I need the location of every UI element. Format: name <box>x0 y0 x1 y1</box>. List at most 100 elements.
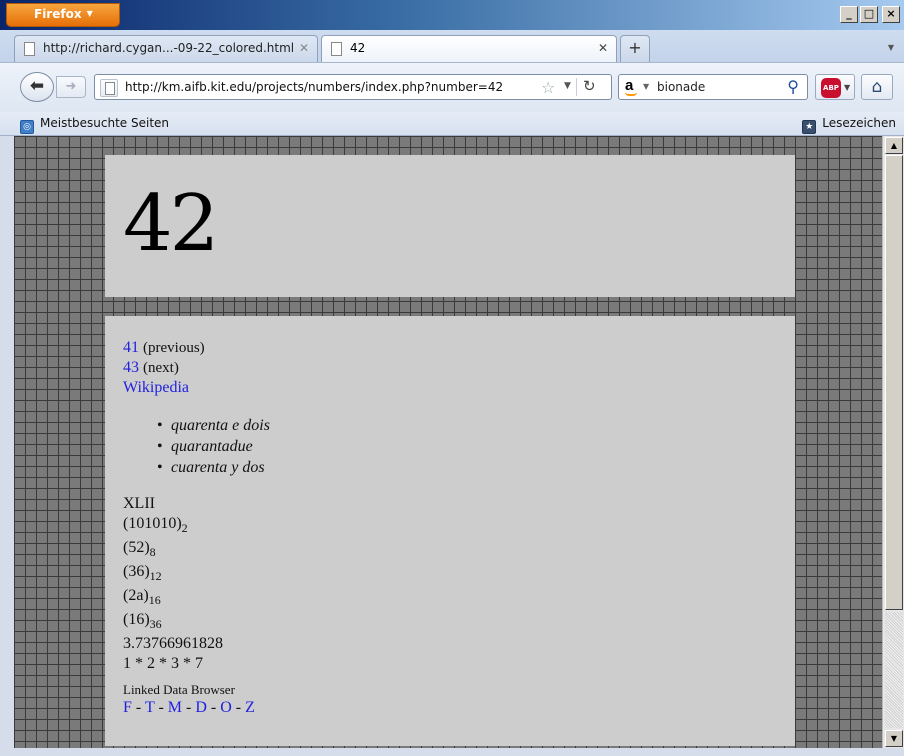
back-forward-group: ➜ ⬅ <box>20 72 86 102</box>
tab-title: http://richard.cygan...-09-22_colored.ht… <box>43 41 295 55</box>
base-subscript: 12 <box>149 569 162 583</box>
most-visited-icon: ◎ <box>20 120 34 134</box>
close-tab-icon[interactable]: ✕ <box>598 41 608 55</box>
bookmarks-menu-button[interactable]: ★ Lesezeichen <box>802 116 896 134</box>
ldb-link-t[interactable]: T <box>145 699 154 716</box>
next-row: 43 (next) <box>123 358 795 378</box>
wikipedia-row: Wikipedia <box>123 378 795 398</box>
base-row: (101010)2 <box>123 514 795 538</box>
factorization: 1 * 2 * 3 * 7 <box>123 655 203 672</box>
ldb-link-z[interactable]: Z <box>245 699 255 716</box>
translation-list: quarenta e dois quarantadue cuarenta y d… <box>157 415 795 478</box>
forward-arrow-icon: ➜ <box>65 79 77 94</box>
minimize-button[interactable]: _ <box>840 6 858 23</box>
ldb-link-o[interactable]: O <box>220 699 232 716</box>
close-window-button[interactable]: × <box>882 6 900 23</box>
tab-strip: http://richard.cygan...-09-22_colored.ht… <box>0 30 904 62</box>
tab-list-chevron-icon[interactable]: ▼ <box>888 43 894 52</box>
scroll-down-arrow-icon: ▼ <box>890 734 898 743</box>
chevron-down-icon: ▼ <box>86 9 93 18</box>
tab-42[interactable]: 42 ✕ <box>321 35 617 62</box>
bookmarks-star-icon: ★ <box>802 120 817 134</box>
bookmark-label: Meistbesuchte Seiten <box>40 116 170 130</box>
bookmark-most-visited[interactable]: ◎ Meistbesuchte Seiten <box>20 116 169 134</box>
base-subscript: 16 <box>148 593 161 607</box>
base-subscript: 2 <box>181 521 188 535</box>
maximize-button[interactable]: □ <box>860 6 878 23</box>
ldb-link-d[interactable]: D <box>195 699 207 716</box>
ldb-link-m[interactable]: M <box>168 699 182 716</box>
firefox-menu-label: Firefox <box>34 7 82 21</box>
list-item: quarenta e dois <box>157 415 795 436</box>
page-icon <box>24 42 35 56</box>
vertical-scrollbar[interactable]: ▲ ▼ <box>882 136 904 748</box>
chevron-down-icon[interactable]: ▼ <box>844 83 850 92</box>
bookmarks-toolbar: ◎ Meistbesuchte Seiten ★ Lesezeichen <box>0 112 904 136</box>
forward-button[interactable]: ➜ <box>56 76 86 98</box>
ldb-link-f[interactable]: F <box>123 699 132 716</box>
base-value: (101010) <box>123 515 182 532</box>
adblock-button[interactable]: ABP ▼ <box>815 74 855 100</box>
base-row: (52)8 <box>123 538 795 562</box>
base-value: (2a) <box>123 587 149 604</box>
number-header-card: 42 <box>105 155 795 297</box>
roman-numeral: XLII <box>123 495 155 512</box>
bookmarks-menu-label: Lesezeichen <box>822 116 896 130</box>
url-text[interactable]: http://km.aifb.kit.edu/projects/numbers/… <box>125 80 503 94</box>
scrollbar-thumb[interactable] <box>885 155 903 610</box>
base-value: (16) <box>123 611 150 628</box>
firefox-menu-button[interactable]: Firefox ▼ <box>6 3 120 27</box>
prev-row: 41 (previous) <box>123 338 795 358</box>
site-identity-icon[interactable] <box>100 79 118 97</box>
linked-data-links: F - T - M - D - O - Z <box>123 699 255 716</box>
window-controls: _ □ × <box>840 6 900 23</box>
home-icon: ⌂ <box>871 77 883 97</box>
adblock-plus-icon: ABP <box>821 78 841 98</box>
page-title: 42 <box>123 179 219 269</box>
magnifier-icon[interactable]: ⚲ <box>787 77 799 96</box>
url-separator <box>576 78 577 96</box>
scroll-up-button[interactable]: ▲ <box>885 137 903 154</box>
close-tab-icon[interactable]: ✕ <box>299 41 309 55</box>
window-frame-left <box>0 136 14 756</box>
prev-label: (previous) <box>143 340 205 356</box>
sqrt-value: 3.73766961828 <box>123 635 223 652</box>
wikipedia-link[interactable]: Wikipedia <box>123 379 189 396</box>
scroll-up-arrow-icon: ▲ <box>890 141 898 150</box>
page-content: 42 41 (previous) 43 (next) Wikipedia qua… <box>14 136 882 748</box>
page-icon <box>331 42 342 56</box>
next-number-link[interactable]: 43 <box>123 359 139 376</box>
list-item: quarantadue <box>157 436 795 457</box>
reload-icon[interactable]: ↻ <box>583 77 596 95</box>
back-button[interactable]: ⬅ <box>20 72 54 102</box>
number-info-card: 41 (previous) 43 (next) Wikipedia quaren… <box>105 316 795 746</box>
next-label: (next) <box>143 360 179 376</box>
base-row: (36)12 <box>123 562 795 586</box>
tab-title: 42 <box>350 41 366 55</box>
title-bar: Firefox ▼ _ □ × <box>0 0 904 30</box>
base-row: (2a)16 <box>123 586 795 610</box>
base-subscript: 36 <box>149 617 162 631</box>
new-tab-button[interactable]: + <box>620 35 650 62</box>
base-value: (52) <box>123 539 150 556</box>
star-icon[interactable]: ☆ <box>541 78 555 97</box>
search-input[interactable]: bionade <box>657 80 705 94</box>
navigation-bar: ➜ ⬅ http://km.aifb.kit.edu/projects/numb… <box>0 62 904 112</box>
window-frame-bottom <box>0 748 904 756</box>
search-bar[interactable]: a ▼ bionade ⚲ <box>618 74 808 100</box>
list-item: cuarenta y dos <box>157 457 795 478</box>
home-button[interactable]: ⌂ <box>861 74 893 100</box>
chevron-down-icon[interactable]: ▼ <box>643 82 649 91</box>
back-arrow-icon: ⬅ <box>29 76 45 96</box>
tab-richard[interactable]: http://richard.cygan...-09-22_colored.ht… <box>14 35 318 62</box>
linked-data-browser-label: Linked Data Browser <box>123 682 235 697</box>
base-value: (36) <box>123 563 150 580</box>
scrollbar-track[interactable] <box>885 612 903 728</box>
url-bar[interactable]: http://km.aifb.kit.edu/projects/numbers/… <box>94 74 612 100</box>
prev-number-link[interactable]: 41 <box>123 339 139 356</box>
scroll-down-button[interactable]: ▼ <box>885 730 903 747</box>
amazon-smile-icon <box>625 92 637 96</box>
base-subscript: 8 <box>149 545 156 559</box>
base-row: (16)36 <box>123 610 795 634</box>
chevron-down-icon[interactable]: ▼ <box>564 81 571 91</box>
